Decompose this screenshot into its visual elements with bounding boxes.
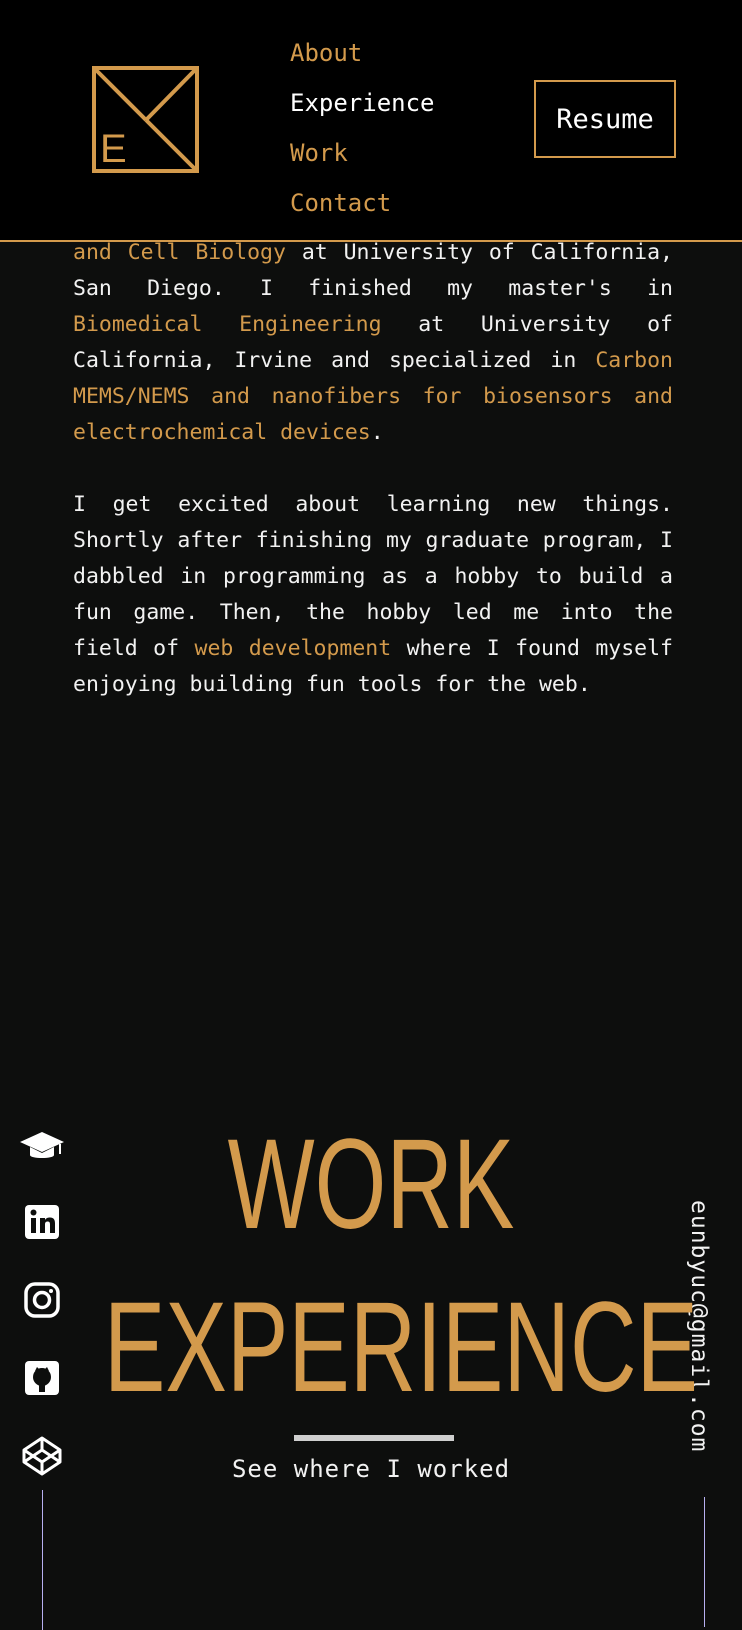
- highlight-web-development: web development: [194, 636, 392, 661]
- graduation-cap-icon[interactable]: [18, 1120, 66, 1168]
- main-nav: About Experience Work Contact: [290, 28, 435, 228]
- about-paragraph-2: I get excited about learning new things.…: [73, 487, 673, 703]
- social-links: [18, 1120, 66, 1510]
- about-text-span: .: [370, 420, 384, 445]
- instagram-icon[interactable]: [18, 1276, 66, 1324]
- highlight-cell-biology: and Cell Biology: [73, 240, 286, 265]
- section-title-line-2: EXPERIENCE: [103, 1276, 698, 1419]
- highlight-biomedical-engineering: Biomedical Engineering: [73, 312, 382, 337]
- github-icon[interactable]: [18, 1354, 66, 1402]
- linkedin-icon[interactable]: [18, 1198, 66, 1246]
- about-paragraph-1: and Cell Biology at University of Califo…: [73, 235, 673, 451]
- section-subtitle: See where I worked: [231, 1455, 511, 1483]
- about-text: and Cell Biology at University of Califo…: [73, 235, 673, 739]
- logo-letter: E: [100, 127, 127, 171]
- email-divider-line: [704, 1497, 705, 1627]
- resume-button[interactable]: Resume: [534, 80, 676, 158]
- nav-contact[interactable]: Contact: [290, 178, 435, 228]
- section-title-line-1: WORK: [227, 1113, 515, 1256]
- envelope-logo-icon: E: [92, 66, 199, 173]
- logo[interactable]: E: [92, 66, 199, 173]
- nav-about[interactable]: About: [290, 28, 435, 78]
- section-divider: [294, 1435, 454, 1441]
- site-header: E About Experience Work Contact Resume: [0, 0, 742, 242]
- nav-work[interactable]: Work: [290, 128, 435, 178]
- social-divider-line: [42, 1490, 43, 1630]
- nav-experience[interactable]: Experience: [290, 78, 435, 128]
